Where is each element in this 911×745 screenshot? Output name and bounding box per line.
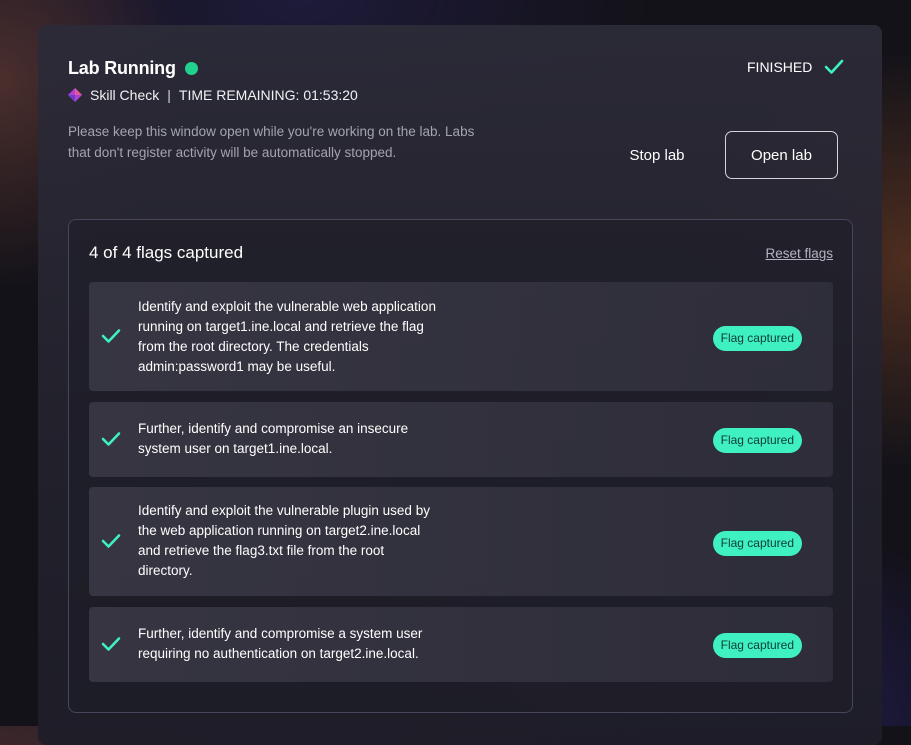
lab-meta: Skill Check | TIME REMAINING: 01:53:20	[68, 86, 358, 104]
flags-card: 4 of 4 flags captured Reset flags Identi…	[68, 219, 853, 713]
status-dot-icon	[184, 62, 198, 75]
flag-item: Further, identify and compromise an inse…	[89, 402, 833, 477]
checkmark-icon	[825, 59, 844, 74]
finished-label: FINISHED	[747, 59, 813, 75]
flag-description: Identify and exploit the vulnerable web …	[138, 299, 436, 374]
page-title: Lab Running	[68, 57, 176, 78]
flag-item: Further, identify and compromise a syste…	[89, 607, 833, 682]
stop-lab-button[interactable]: Stop lab	[623, 136, 691, 174]
flag-description: Further, identify and compromise a syste…	[138, 626, 423, 661]
open-lab-button[interactable]: Open lab	[725, 131, 838, 179]
flag-description: Further, identify and compromise an inse…	[138, 421, 409, 456]
finished-status: FINISHED	[747, 56, 844, 78]
activity-notice: Please keep this window open while you'r…	[68, 124, 475, 160]
flag-captured-badge: Flag captured	[712, 633, 802, 658]
title-row: Lab Running	[68, 56, 198, 80]
category-label: Skill Check	[90, 87, 160, 103]
flag-captured-badge: Flag captured	[712, 428, 802, 453]
flag-item: Identify and exploit the vulnerable web …	[89, 282, 833, 391]
checkmark-icon	[101, 534, 121, 548]
separator: |	[167, 87, 171, 103]
flag-item: Identify and exploit the vulnerable plug…	[89, 487, 833, 596]
flags-summary: 4 of 4 flags captured	[89, 243, 244, 262]
checkmark-icon	[101, 637, 121, 651]
flag-captured-badge: Flag captured	[712, 326, 802, 351]
checkmark-icon	[101, 329, 121, 343]
diamond-icon	[68, 88, 82, 102]
flag-description: Identify and exploit the vulnerable plug…	[138, 503, 430, 578]
time-remaining: TIME REMAINING: 01:53:20	[178, 87, 358, 103]
lab-panel: Lab Running Skill Check | TIME REMAINING…	[38, 25, 882, 745]
reset-flags-link[interactable]: Reset flags	[765, 246, 833, 261]
checkmark-icon	[101, 432, 121, 446]
flag-captured-badge: Flag captured	[712, 531, 802, 556]
